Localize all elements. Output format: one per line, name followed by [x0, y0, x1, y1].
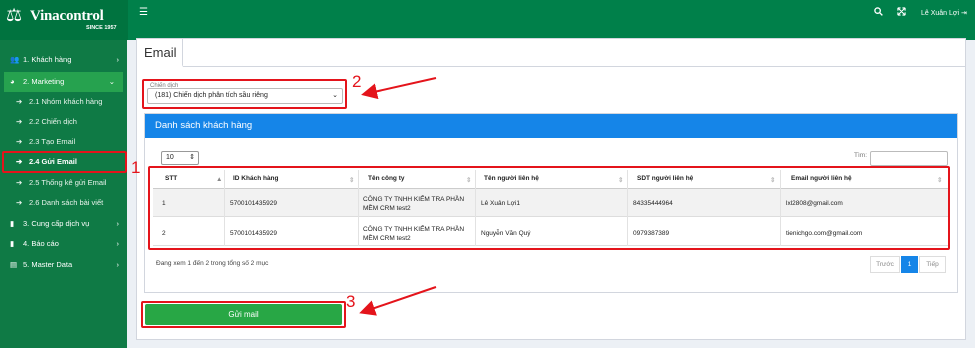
arrow-to-campaign [361, 77, 437, 100]
arrow-to-send-button [359, 286, 437, 316]
annotation-arrows [359, 77, 437, 316]
